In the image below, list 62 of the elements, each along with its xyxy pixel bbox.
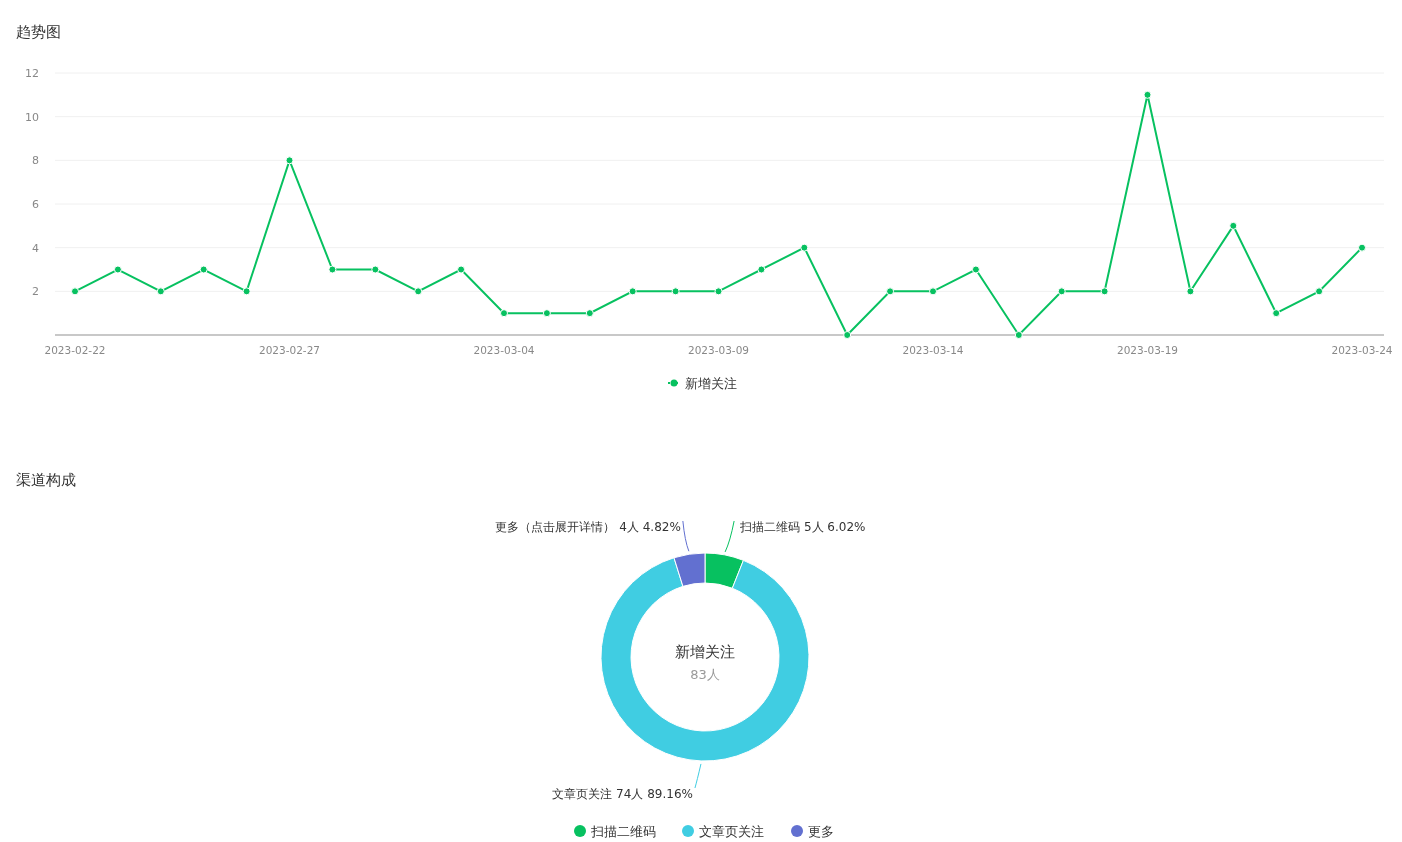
- legend-label[interactable]: 文章页关注: [699, 824, 764, 839]
- center-value: 83人: [690, 667, 720, 682]
- data-point: [886, 287, 895, 296]
- data-point: [1229, 221, 1238, 230]
- data-point: [1272, 309, 1281, 318]
- x-axis-label: 2023-03-14: [902, 344, 964, 356]
- y-axis-label: 8: [32, 154, 39, 168]
- legend-label[interactable]: 更多: [808, 824, 834, 839]
- data-point: [714, 287, 723, 296]
- x-axis-label: 2023-03-24: [1331, 344, 1393, 356]
- data-point: [113, 265, 122, 274]
- data-point: [628, 287, 637, 296]
- donut-slice[interactable]: [600, 557, 810, 762]
- data-point: [757, 265, 766, 274]
- y-axis-label: 4: [32, 241, 39, 255]
- data-point: [1057, 287, 1066, 296]
- data-point: [800, 243, 809, 252]
- section-title: 趋势图: [16, 23, 61, 41]
- data-point: [1315, 287, 1324, 296]
- y-axis-label: 12: [25, 67, 39, 80]
- data-point: [1358, 243, 1366, 252]
- data-point: [199, 265, 208, 274]
- data-point: [414, 287, 423, 296]
- x-axis-label: 2023-02-27: [259, 344, 320, 356]
- x-axis-label: 2023-03-09: [688, 344, 749, 356]
- section-title: 渠道构成: [16, 471, 76, 489]
- data-point: [843, 331, 852, 339]
- data-point: [585, 309, 594, 318]
- legend-marker-icon: [667, 379, 681, 387]
- data-point: [929, 287, 937, 296]
- leader-line: [694, 763, 702, 789]
- donut-slice[interactable]: [673, 552, 706, 587]
- legend-label[interactable]: 扫描二维码: [591, 824, 656, 839]
- data-point: [1100, 287, 1109, 296]
- slice-label: 更多（点击展开详情） 4人 4.82%: [495, 520, 681, 534]
- data-point: [156, 287, 165, 296]
- data-point: [242, 287, 251, 296]
- slice-label: 文章页关注 74人 89.16%: [552, 787, 693, 801]
- y-axis-label: 2: [32, 285, 39, 299]
- data-point: [1014, 331, 1023, 339]
- x-axis-label: 2023-03-19: [1117, 344, 1178, 356]
- leader-line: [682, 520, 690, 552]
- y-axis-label: 6: [32, 198, 39, 211]
- center-title: 新增关注: [675, 643, 735, 661]
- data-point: [500, 309, 508, 318]
- data-point: [285, 156, 294, 165]
- donut-slice[interactable]: [704, 552, 744, 589]
- data-point: [371, 265, 380, 274]
- x-axis-label: 2023-03-04: [473, 344, 535, 356]
- data-point: [671, 287, 680, 296]
- data-point: [457, 265, 466, 274]
- data-point: [1143, 90, 1152, 99]
- data-point: [71, 287, 79, 296]
- data-point: [328, 265, 337, 274]
- data-point: [542, 309, 551, 318]
- slice-label: 扫描二维码 5人 6.02%: [740, 520, 866, 534]
- data-point: [971, 265, 980, 274]
- leader-line: [724, 520, 735, 553]
- data-point: [1186, 287, 1195, 296]
- x-axis-label: 2023-02-22: [44, 344, 106, 356]
- legend-label[interactable]: 新增关注: [685, 376, 737, 391]
- y-axis-label: 10: [25, 110, 39, 124]
